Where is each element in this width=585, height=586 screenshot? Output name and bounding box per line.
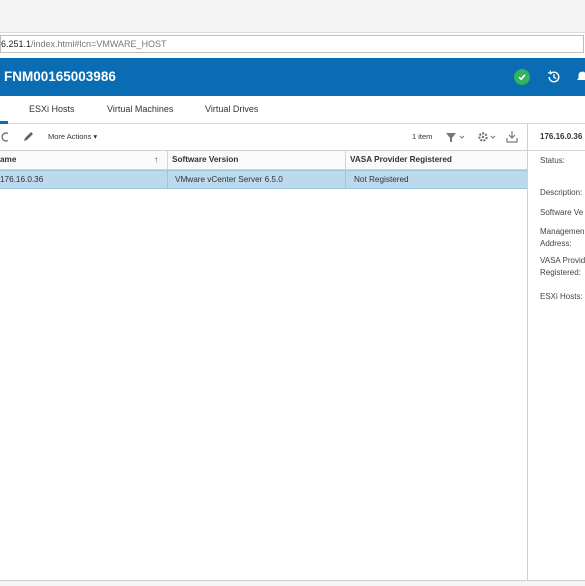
details-title: 176.16.0.36 bbox=[540, 132, 583, 141]
details-label-registered: Registered: bbox=[540, 268, 581, 277]
tab-esxi-hosts[interactable]: ESXi Hosts bbox=[29, 96, 75, 123]
details-label-address: Address: bbox=[540, 239, 572, 248]
tab-virtual-drives[interactable]: Virtual Drives bbox=[205, 96, 258, 123]
address-bar[interactable]: 6.251.1/index.html#lcn=VMWARE_HOST bbox=[0, 35, 584, 53]
cell-software-version: VMware vCenter Server 6.5.0 bbox=[175, 175, 283, 184]
history-icon[interactable] bbox=[546, 69, 562, 87]
column-header-vasa-provider[interactable]: VASA Provider Registered bbox=[350, 151, 452, 169]
more-actions-menu[interactable]: More Actions ▾ bbox=[48, 124, 97, 150]
page-title: FNM00165003986 bbox=[4, 69, 116, 84]
details-label-esxi-hosts: ESXi Hosts: bbox=[540, 292, 583, 301]
browser-chrome bbox=[0, 0, 585, 33]
column-header-name[interactable]: ame bbox=[0, 151, 16, 169]
cell-vasa-provider: Not Registered bbox=[354, 175, 409, 184]
cell-divider bbox=[167, 171, 168, 188]
app-header: FNM00165003986 bbox=[0, 58, 585, 96]
tab-virtual-machines[interactable]: Virtual Machines bbox=[107, 96, 173, 123]
divider bbox=[528, 150, 585, 151]
details-panel: 176.16.0.36 Status: Description: Softwar… bbox=[528, 124, 585, 580]
check-circle-icon[interactable] bbox=[514, 69, 530, 85]
column-divider[interactable] bbox=[345, 151, 346, 169]
table-toolbar: More Actions ▾ 1 item bbox=[0, 124, 527, 151]
tab-bar: ESXi Hosts Virtual Machines Virtual Driv… bbox=[0, 96, 585, 124]
cell-divider bbox=[345, 171, 346, 188]
item-count: 1 item bbox=[412, 132, 433, 141]
cell-name: 176.16.0.36 bbox=[0, 175, 44, 184]
sort-ascending-icon[interactable]: ↑ bbox=[154, 151, 158, 169]
url-host: 6.251.1 bbox=[1, 39, 32, 49]
column-divider[interactable] bbox=[167, 151, 168, 169]
table-row[interactable]: 176.16.0.36 VMware vCenter Server 6.5.0 … bbox=[0, 170, 527, 189]
column-header-software-version[interactable]: Software Version bbox=[172, 151, 238, 169]
table-header: ame ↑ Software Version VASA Provider Reg… bbox=[0, 151, 527, 170]
bell-icon[interactable] bbox=[576, 68, 585, 86]
status-bar bbox=[0, 580, 585, 586]
details-label-status: Status: bbox=[540, 156, 565, 165]
details-label-vasa-provider: VASA Provid bbox=[540, 256, 585, 265]
details-label-management: Managemen bbox=[540, 227, 585, 236]
details-label-description: Description: bbox=[540, 188, 583, 197]
url-path: /index.html#lcn=VMWARE_HOST bbox=[31, 39, 167, 49]
details-label-software-version: Software Ve bbox=[540, 208, 584, 217]
